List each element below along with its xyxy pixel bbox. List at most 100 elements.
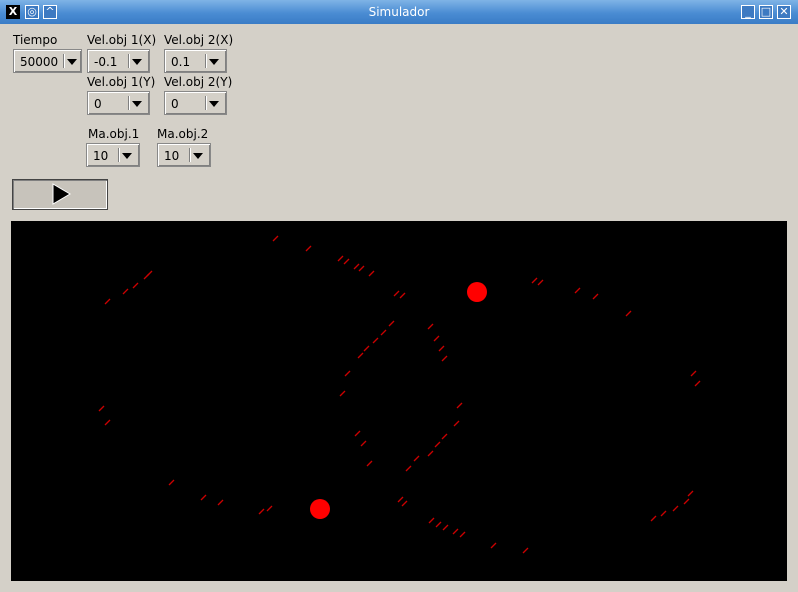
title-bar: X ◎ ^ Simulador _ □ ✕ — [0, 0, 798, 24]
trail-mark — [456, 402, 463, 409]
vel1y-label: Vel.obj 1(Y) — [87, 75, 156, 89]
chevron-down-icon — [67, 59, 77, 65]
chevron-down-icon — [209, 101, 219, 107]
trail-mark — [452, 528, 459, 535]
close-icon[interactable]: ✕ — [777, 5, 791, 19]
trail-mark — [438, 345, 445, 352]
trail-mark — [272, 235, 279, 242]
chevron-down-icon — [193, 153, 203, 159]
simulation-canvas[interactable] — [11, 221, 787, 581]
trail-mark — [104, 298, 111, 305]
trail-mark — [393, 290, 400, 297]
ma2-label: Ma.obj.2 — [157, 127, 209, 141]
vel2y-select[interactable]: 0 — [164, 91, 227, 115]
trail-mark — [366, 460, 373, 467]
vel2y-label: Vel.obj 2(Y) — [164, 75, 233, 89]
trail-mark — [531, 277, 538, 284]
trail-mark — [453, 420, 460, 427]
trail-mark — [399, 292, 406, 299]
ma1-label: Ma.obj.1 — [88, 127, 140, 141]
trail-mark — [574, 287, 581, 294]
trail-mark — [360, 440, 367, 447]
chevron-down-icon — [122, 153, 132, 159]
vel2x-label: Vel.obj 2(X) — [164, 33, 234, 47]
trail-mark — [433, 335, 440, 342]
object-1 — [467, 282, 487, 302]
trail-mark — [353, 263, 360, 270]
trail-mark — [427, 323, 434, 330]
trail-mark — [490, 542, 497, 549]
vel1y-value: 0 — [94, 97, 102, 111]
trail-mark — [441, 433, 448, 440]
trail-mark — [344, 370, 351, 377]
trail-mark — [357, 352, 364, 359]
vel1x-value: -0.1 — [94, 55, 118, 69]
trail-mark — [358, 265, 365, 272]
trail-mark — [104, 419, 111, 426]
trail-mark — [217, 499, 224, 506]
window-title: Simulador — [368, 5, 430, 19]
trail-mark — [434, 441, 441, 448]
vel2x-select[interactable]: 0.1 — [164, 49, 227, 73]
trail-mark — [368, 270, 375, 277]
trail-mark — [98, 405, 105, 412]
tiempo-value: 50000 — [20, 55, 59, 69]
chevron-down-icon — [209, 59, 219, 65]
trail-mark — [122, 288, 129, 295]
trail-mark — [380, 329, 387, 336]
trail-mark — [625, 310, 632, 317]
trail-mark — [168, 479, 175, 486]
chevron-down-icon — [132, 101, 142, 107]
vel1y-select[interactable]: 0 — [87, 91, 150, 115]
tiempo-select[interactable]: 50000 — [13, 49, 82, 73]
ma2-select[interactable]: 10 — [157, 143, 211, 167]
trail-mark — [442, 524, 449, 531]
object-2 — [310, 499, 330, 519]
trail-mark — [339, 390, 346, 397]
ma2-value: 10 — [164, 149, 180, 163]
trail-mark — [690, 370, 697, 377]
trail-mark — [258, 508, 265, 515]
trail-mark — [343, 258, 350, 265]
trail-mark — [146, 270, 153, 277]
trail-mark — [388, 320, 395, 327]
trail-mark — [459, 531, 466, 538]
trail-mark — [354, 430, 361, 437]
ma1-select[interactable]: 10 — [86, 143, 140, 167]
trail-mark — [441, 355, 448, 362]
vel2y-value: 0 — [171, 97, 179, 111]
vel1x-select[interactable]: -0.1 — [87, 49, 150, 73]
trail-mark — [405, 465, 412, 472]
trail-mark — [537, 279, 544, 286]
trail-mark — [363, 345, 370, 352]
play-button[interactable] — [12, 179, 108, 210]
trail-mark — [687, 490, 694, 497]
trail-mark — [372, 337, 379, 344]
trail-mark — [592, 293, 599, 300]
trail-mark — [305, 245, 312, 252]
maximize-icon[interactable]: □ — [759, 5, 773, 19]
trail-mark — [683, 498, 690, 505]
trail-mark — [337, 255, 344, 262]
trail-mark — [200, 494, 207, 501]
vel2x-value: 0.1 — [171, 55, 191, 69]
trail-mark — [428, 517, 435, 524]
ma1-value: 10 — [93, 149, 109, 163]
trail-mark — [435, 521, 442, 528]
trail-mark — [660, 510, 667, 517]
trail-mark — [401, 500, 408, 507]
trail-mark — [694, 380, 701, 387]
trail-mark — [266, 505, 273, 512]
minimize-icon[interactable]: _ — [741, 5, 755, 19]
tiempo-label: Tiempo — [13, 33, 58, 47]
trail-mark — [413, 455, 420, 462]
trail-mark — [427, 450, 434, 457]
trail-mark — [672, 505, 679, 512]
vel1x-label: Vel.obj 1(X) — [87, 33, 157, 47]
trail-mark — [522, 547, 529, 554]
chevron-down-icon — [132, 59, 142, 65]
trail-mark — [397, 496, 404, 503]
trail-mark — [650, 515, 657, 522]
play-icon — [52, 183, 71, 205]
trail-mark — [132, 282, 139, 289]
